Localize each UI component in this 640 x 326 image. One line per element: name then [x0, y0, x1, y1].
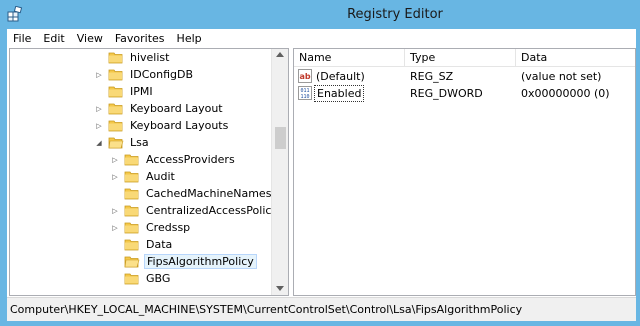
tree-expander-icon[interactable]: ▷ [94, 104, 104, 114]
folder-icon [108, 69, 123, 81]
status-bar: Computer\HKEY_LOCAL_MACHINE\SYSTEM\Curre… [7, 297, 636, 321]
main-content: hivelist ▷ IDConfigDB IPMI ▷ Keyboard La… [7, 48, 636, 296]
folder-icon [108, 120, 123, 132]
tree-item-label: Credssp [146, 221, 191, 234]
value-name: Enabled [314, 85, 365, 102]
list-header: Name Type Data [294, 49, 635, 67]
tree-item-label: CentralizedAccessPolicies [146, 204, 287, 217]
tree-item-label: Keyboard Layout [130, 102, 223, 115]
tree-item-gbg[interactable]: GBG [110, 270, 172, 287]
tree-item-label: Lsa [130, 136, 149, 149]
tree-item-label: Audit [146, 170, 175, 183]
tree-item-lsa[interactable]: ◢ Lsa [94, 134, 151, 151]
folder-icon [124, 154, 139, 166]
tree-expander-icon[interactable]: ◢ [94, 138, 104, 148]
registry-tree[interactable]: hivelist ▷ IDConfigDB IPMI ▷ Keyboard La… [9, 48, 289, 296]
tree-expander-icon[interactable]: ▷ [110, 172, 120, 182]
column-header-type[interactable]: Type [405, 49, 516, 67]
tree-expander-icon[interactable]: ▷ [110, 223, 120, 233]
tree-item-credssp[interactable]: ▷ Credssp [110, 219, 192, 236]
tree-expander-icon[interactable]: ▷ [94, 121, 104, 131]
tree-expander-icon[interactable]: ▷ [110, 155, 120, 165]
tree-expander-icon[interactable] [94, 53, 104, 63]
menu-bar: File Edit View Favorites Help [7, 29, 636, 48]
tree-item-data[interactable]: Data [110, 236, 174, 253]
value-row-default[interactable]: ab (Default) REG_SZ (value not set) [294, 68, 635, 85]
tree-expander-icon[interactable] [110, 257, 120, 267]
folder-icon [124, 188, 139, 200]
folder-icon [108, 103, 123, 115]
tree-item-fipsalgorithmpolicy[interactable]: FipsAlgorithmPolicy [110, 253, 257, 270]
scrollbar-thumb[interactable] [275, 127, 286, 149]
scroll-up-arrow-icon[interactable] [276, 52, 284, 57]
menu-edit[interactable]: Edit [43, 32, 64, 45]
folder-icon [124, 273, 139, 285]
tree-expander-icon[interactable]: ▷ [94, 70, 104, 80]
tree-item-label: GBG [146, 272, 171, 285]
minimize-button[interactable] [562, 0, 588, 20]
tree-item-label: Data [146, 238, 173, 251]
string-value-icon: ab [298, 69, 312, 83]
tree-item-audit[interactable]: ▷ Audit [110, 168, 177, 185]
tree-vertical-scrollbar[interactable] [271, 49, 288, 295]
window-frame-right [636, 29, 640, 326]
column-header-data[interactable]: Data [516, 49, 636, 67]
menu-favorites[interactable]: Favorites [115, 32, 165, 45]
folder-icon [124, 205, 139, 217]
tree-item-ipmi[interactable]: IPMI [94, 83, 155, 100]
tree-item-centralizedaccesspolicies[interactable]: ▷ CentralizedAccessPolicies [110, 202, 288, 219]
folder-icon [108, 86, 123, 98]
column-header-name[interactable]: Name [294, 49, 405, 67]
menu-help[interactable]: Help [177, 32, 202, 45]
tree-item-hivelist[interactable]: hivelist [94, 49, 171, 66]
tree-item-label: Keyboard Layouts [130, 119, 229, 132]
tree-item-label-selected: FipsAlgorithmPolicy [144, 254, 257, 269]
open-folder-icon [124, 256, 140, 268]
window-controls [562, 0, 640, 22]
registry-path: Computer\HKEY_LOCAL_MACHINE\SYSTEM\Curre… [10, 303, 523, 316]
value-type: REG_DWORD [410, 87, 483, 100]
tree-item-label: hivelist [130, 51, 170, 64]
value-data: (value not set) [521, 70, 602, 83]
tree-expander-icon[interactable] [110, 189, 120, 199]
open-folder-icon [108, 137, 124, 149]
tree-item-keyboard-layouts[interactable]: ▷ Keyboard Layouts [94, 117, 230, 134]
close-button[interactable] [614, 0, 640, 20]
tree-item-cachedmachinenames[interactable]: CachedMachineNames [110, 185, 273, 202]
scroll-down-arrow-icon[interactable] [276, 286, 284, 291]
svg-text:110: 110 [300, 94, 309, 100]
tree-item-accessproviders[interactable]: ▷ AccessProviders [110, 151, 237, 168]
tree-item-label: IDConfigDB [130, 68, 194, 81]
tree-expander-icon[interactable] [94, 87, 104, 97]
folder-icon [124, 171, 139, 183]
menu-view[interactable]: View [77, 32, 103, 45]
value-type: REG_SZ [410, 70, 454, 83]
values-list[interactable]: Name Type Data ab (Default) REG_SZ (valu… [293, 48, 636, 296]
tree-expander-icon[interactable] [110, 274, 120, 284]
folder-icon [108, 52, 123, 64]
value-name: (Default) [316, 70, 365, 83]
svg-text:ab: ab [299, 72, 310, 81]
tree-expander-icon[interactable]: ▷ [110, 206, 120, 216]
tree-item-label: AccessProviders [146, 153, 235, 166]
value-row-enabled[interactable]: 011 110 Enabled REG_DWORD 0x00000000 (0) [294, 85, 635, 102]
title-bar: Registry Editor [0, 0, 640, 29]
dword-value-icon: 011 110 [298, 86, 312, 100]
tree-item-idconfigdb[interactable]: ▷ IDConfigDB [94, 66, 195, 83]
tree-item-label: CachedMachineNames [146, 187, 272, 200]
tree-expander-icon[interactable] [110, 240, 120, 250]
window-title: Registry Editor [347, 7, 443, 22]
window-frame-left [0, 29, 7, 326]
folder-icon [124, 222, 139, 234]
window-frame-bottom [0, 321, 640, 326]
folder-icon [124, 239, 139, 251]
maximize-button[interactable] [588, 0, 614, 20]
value-data: 0x00000000 (0) [521, 87, 610, 100]
tree-item-keyboard-layout[interactable]: ▷ Keyboard Layout [94, 100, 225, 117]
tree-item-label: IPMI [130, 85, 153, 98]
menu-file[interactable]: File [13, 32, 31, 45]
